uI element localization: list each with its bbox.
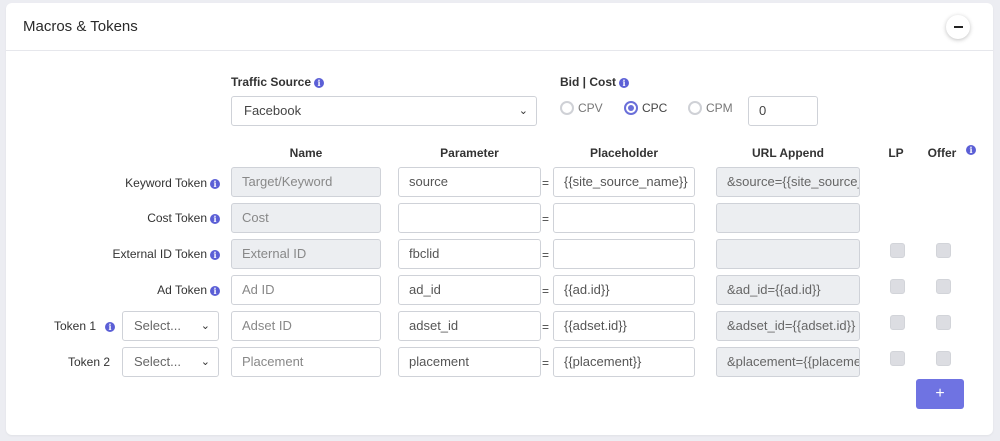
equals-sign: = [542, 284, 550, 298]
token-2-select-value: Select... [134, 354, 181, 369]
row-label-ad-token: Ad Token i [80, 283, 220, 297]
row-label-external-id-token: External ID Token i [80, 247, 220, 261]
token-2-offer-checkbox[interactable] [936, 351, 951, 366]
cost-token-placeholder-input[interactable] [553, 203, 695, 233]
traffic-source-label: Traffic Source i [231, 75, 325, 89]
traffic-source-select[interactable]: Facebook ⌄ [231, 96, 537, 126]
row-label-text: Cost Token [147, 211, 207, 225]
external-id-offer-checkbox[interactable] [936, 243, 951, 258]
radio-cpc[interactable]: CPC [624, 101, 667, 115]
token-2-lp-checkbox[interactable] [890, 351, 905, 366]
panel-title: Macros & Tokens [23, 18, 138, 35]
token-1-select-value: Select... [134, 318, 181, 333]
row-label-keyword-token: Keyword Token i [80, 176, 220, 190]
external-id-token-url-append [716, 239, 860, 269]
equals-sign: = [542, 356, 550, 370]
panel-header: Macros & Tokens [6, 3, 993, 51]
token-1-lp-checkbox[interactable] [890, 315, 905, 330]
row-label-text: Token 1 [53, 319, 96, 333]
equals-sign: = [542, 320, 550, 334]
radio-cpc-label: CPC [642, 101, 668, 115]
token-2-url-append: &placement={{placement}} [716, 347, 860, 377]
info-icon[interactable]: i [210, 179, 220, 189]
ad-token-name-input[interactable]: Ad ID [231, 275, 381, 305]
external-id-token-parameter-input[interactable]: fbclid [398, 239, 541, 269]
cost-token-parameter-input[interactable] [398, 203, 541, 233]
add-token-button[interactable]: + [916, 379, 964, 409]
cost-token-name-input[interactable]: Cost [231, 203, 381, 233]
column-header-lp: LP [888, 146, 904, 160]
row-label-text: Ad Token [157, 283, 207, 297]
external-id-token-placeholder-input[interactable] [553, 239, 695, 269]
external-id-token-name-input[interactable]: External ID [231, 239, 381, 269]
ad-token-offer-checkbox[interactable] [936, 279, 951, 294]
chevron-down-icon: ⌄ [200, 320, 210, 332]
info-icon[interactable]: i [210, 286, 220, 296]
info-icon[interactable]: i [210, 214, 220, 224]
row-label-token-1: Token 1 i [40, 319, 115, 333]
radio-circle[interactable] [624, 101, 638, 115]
info-icon[interactable]: i [105, 322, 115, 332]
keyword-token-url-append: &source={{site_source_name}} [716, 167, 860, 197]
radio-circle[interactable] [560, 101, 574, 115]
chevron-down-icon: ⌄ [518, 105, 528, 117]
token-2-name-input[interactable]: Placement [231, 347, 381, 377]
token-1-placeholder-input[interactable]: {{adset.id}} [553, 311, 695, 341]
equals-sign: = [542, 248, 550, 262]
token-1-url-append: &adset_id={{adset.id}} [716, 311, 860, 341]
collapse-button[interactable] [946, 15, 970, 39]
info-icon[interactable]: i [210, 250, 220, 260]
bid-cost-label-text: Bid | Cost [560, 75, 617, 89]
traffic-source-value: Facebook [244, 103, 302, 118]
token-1-name-input[interactable]: Adset ID [231, 311, 381, 341]
keyword-token-name-input[interactable]: Target/Keyword [231, 167, 381, 197]
chevron-down-icon: ⌄ [200, 356, 210, 368]
row-label-text: External ID Token [112, 247, 208, 261]
ad-token-parameter-input[interactable]: ad_id [398, 275, 541, 305]
info-icon[interactable]: i [314, 78, 325, 88]
radio-circle[interactable] [688, 101, 702, 115]
row-label-cost-token: Cost Token i [80, 211, 220, 225]
traffic-source-label-text: Traffic Source [231, 75, 312, 89]
row-label-text: Keyword Token [125, 176, 207, 190]
radio-cpm[interactable]: CPM [688, 101, 733, 115]
info-icon[interactable]: i [619, 78, 630, 88]
radio-cpv[interactable]: CPV [560, 101, 603, 115]
equals-sign: = [542, 212, 550, 226]
minus-icon [953, 26, 963, 28]
token-1-parameter-input[interactable]: adset_id [398, 311, 541, 341]
keyword-token-parameter-input[interactable]: source [398, 167, 541, 197]
ad-token-lp-checkbox[interactable] [890, 279, 905, 294]
token-2-select[interactable]: Select... ⌄ [122, 347, 219, 377]
bid-cost-value-input[interactable]: 0 [748, 96, 818, 126]
token-2-parameter-input[interactable]: placement [398, 347, 541, 377]
ad-token-url-append: &ad_id={{ad.id}} [716, 275, 860, 305]
radio-cpm-label: CPM [706, 101, 733, 115]
radio-cpv-label: CPV [578, 101, 603, 115]
column-header-name: Name [289, 146, 323, 160]
equals-sign: = [542, 176, 550, 190]
token-2-placeholder-input[interactable]: {{placement}} [553, 347, 695, 377]
external-id-lp-checkbox[interactable] [890, 243, 905, 258]
bid-cost-label: Bid | Cost i [560, 75, 630, 89]
column-header-parameter: Parameter [440, 146, 499, 160]
token-1-select[interactable]: Select... ⌄ [122, 311, 219, 341]
row-label-token-2: Token 2 [67, 355, 110, 369]
column-header-offer: Offer [927, 146, 957, 160]
info-icon[interactable]: i [966, 145, 976, 155]
keyword-token-placeholder-input[interactable]: {{site_source_name}} [553, 167, 695, 197]
ad-token-placeholder-input[interactable]: {{ad.id}} [553, 275, 695, 305]
token-1-offer-checkbox[interactable] [936, 315, 951, 330]
column-header-placeholder: Placeholder [589, 146, 659, 160]
column-header-url-append: URL Append [752, 146, 824, 160]
cost-token-url-append [716, 203, 860, 233]
